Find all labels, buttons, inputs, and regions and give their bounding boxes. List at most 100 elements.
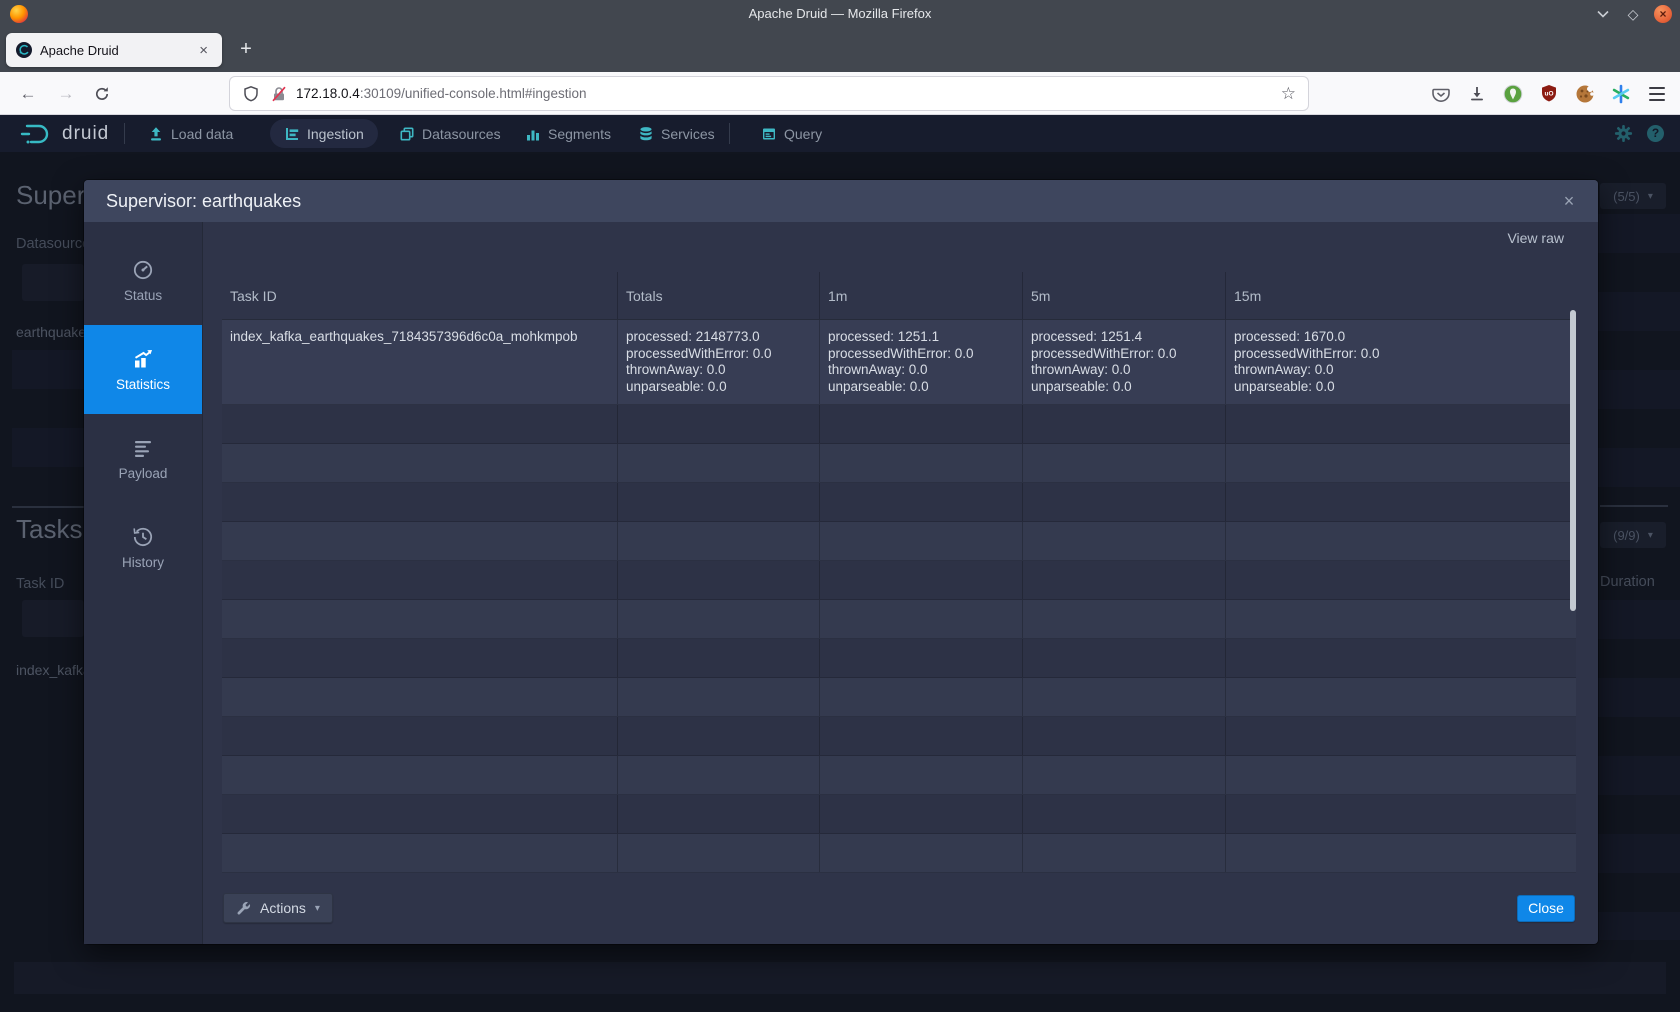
forward-button[interactable]: → xyxy=(52,80,80,108)
modal-sidebar: Status Statistics Payload History xyxy=(84,222,203,944)
empty-cell xyxy=(618,600,820,638)
table-row: index_kafka_earthquakes_7184357396d6c0a_… xyxy=(222,320,1576,405)
empty-cell xyxy=(222,834,618,872)
supervisors-row-stripes-right xyxy=(1598,214,1680,506)
druid-logo-icon xyxy=(20,123,56,145)
tab-label: Status xyxy=(124,288,162,303)
empty-cell xyxy=(1226,795,1576,833)
supervisors-count-dropdown[interactable]: (5/5) ▾ xyxy=(1600,183,1666,209)
empty-cell xyxy=(1226,483,1576,521)
window-close-icon[interactable]: × xyxy=(1654,5,1672,23)
nav-ingestion[interactable]: Ingestion xyxy=(270,119,378,148)
empty-cell xyxy=(222,561,618,599)
empty-cell xyxy=(1226,834,1576,872)
nav-label: Datasources xyxy=(422,126,501,142)
settings-gear-icon[interactable] xyxy=(1614,124,1633,143)
tab-close-icon[interactable]: × xyxy=(195,42,212,59)
nav-services[interactable]: Services xyxy=(638,115,715,152)
task-filter-input[interactable] xyxy=(22,600,84,637)
table-row-empty xyxy=(222,483,1576,522)
insecure-lock-icon[interactable] xyxy=(270,85,288,103)
bookmark-star-icon[interactable]: ☆ xyxy=(1281,84,1296,104)
query-icon xyxy=(761,126,777,142)
table-row-empty xyxy=(222,717,1576,756)
nav-label: Ingestion xyxy=(307,126,364,142)
load-data-icon xyxy=(148,126,164,142)
url-text[interactable]: 172.18.0.4:30109/unified-console.html#in… xyxy=(296,86,1281,101)
extension-green-icon[interactable] xyxy=(1502,83,1524,105)
statistics-table: Task ID Totals 1m 5m 15m index_kafka_ear… xyxy=(222,272,1576,873)
tab-status[interactable]: Status xyxy=(84,236,202,325)
tasks-count: (9/9) xyxy=(1613,528,1640,543)
tab-statistics[interactable]: Statistics xyxy=(84,325,202,414)
table-row-empty xyxy=(222,639,1576,678)
empty-cell xyxy=(820,834,1023,872)
nav-datasources[interactable]: Datasources xyxy=(399,115,501,152)
modal-close-icon[interactable]: × xyxy=(1554,180,1584,222)
stat-line: processedWithError: 0.0 xyxy=(1234,346,1568,363)
stat-line: thrownAway: 0.0 xyxy=(1031,362,1217,379)
tab-favicon-druid-icon xyxy=(16,42,32,58)
column-header-1m: 1m xyxy=(820,272,1023,319)
browser-toolbar: ← → 172.18.0.4:30109/unified-console.htm… xyxy=(0,72,1680,115)
empty-cell xyxy=(1226,522,1576,560)
empty-cell xyxy=(820,483,1023,521)
stat-line: processed: 1251.1 xyxy=(828,329,1014,346)
chart-trend-icon xyxy=(132,348,154,370)
svg-text:uO: uO xyxy=(1544,91,1553,98)
empty-cell xyxy=(820,639,1023,677)
nav-query[interactable]: Query xyxy=(761,115,822,152)
menu-hamburger-icon[interactable] xyxy=(1646,83,1668,105)
empty-cell xyxy=(222,405,618,443)
nav-label: Services xyxy=(661,126,715,142)
nav-load-data[interactable]: Load data xyxy=(148,115,233,152)
tab-payload[interactable]: Payload xyxy=(84,414,202,503)
section-divider xyxy=(12,506,84,508)
duration-column-header: Duration xyxy=(1600,574,1680,590)
pocket-icon[interactable] xyxy=(1430,83,1452,105)
empty-cell xyxy=(222,756,618,794)
url-bar[interactable]: 172.18.0.4:30109/unified-console.html#in… xyxy=(230,77,1308,110)
tracking-shield-icon[interactable] xyxy=(242,85,260,103)
tab-label: History xyxy=(122,555,164,570)
datasource-filter-input[interactable] xyxy=(22,264,84,301)
actions-button[interactable]: Actions ▾ xyxy=(223,893,333,923)
reload-button[interactable] xyxy=(88,80,116,108)
view-raw-link[interactable]: View raw xyxy=(1507,230,1564,246)
url-host: 172.18.0.4 xyxy=(296,86,360,101)
tasks-count-dropdown[interactable]: (9/9) ▾ xyxy=(1600,522,1666,548)
empty-cell xyxy=(820,600,1023,638)
browser-tab[interactable]: Apache Druid × xyxy=(6,33,222,67)
window-maximize-icon[interactable]: ◇ xyxy=(1624,5,1642,23)
table-scrollbar-thumb[interactable] xyxy=(1570,310,1576,611)
url-path: :30109/unified-console.html#ingestion xyxy=(360,86,587,101)
downloads-icon[interactable] xyxy=(1466,83,1488,105)
window-titlebar: Apache Druid — Mozilla Firefox ◇ × xyxy=(0,0,1680,28)
cookie-extension-icon[interactable] xyxy=(1574,83,1596,105)
ublock-origin-icon[interactable]: uO xyxy=(1538,83,1560,105)
multiaccount-asterisk-icon[interactable] xyxy=(1610,83,1632,105)
empty-cell xyxy=(1226,444,1576,482)
task-row[interactable]: index_kafka xyxy=(16,662,84,678)
empty-cell xyxy=(820,756,1023,794)
stat-line: thrownAway: 0.0 xyxy=(1234,362,1568,379)
empty-cell xyxy=(820,678,1023,716)
empty-cell xyxy=(222,522,618,560)
nav-segments[interactable]: Segments xyxy=(525,115,611,152)
window-minimize-icon[interactable] xyxy=(1594,5,1612,23)
back-button[interactable]: ← xyxy=(14,80,42,108)
empty-cell xyxy=(820,405,1023,443)
stat-line: processedWithError: 0.0 xyxy=(828,346,1014,363)
stat-line: thrownAway: 0.0 xyxy=(626,362,811,379)
table-row-empty xyxy=(222,405,1576,444)
close-button[interactable]: Close xyxy=(1517,895,1575,922)
modal-header: Supervisor: earthquakes × xyxy=(84,180,1598,222)
tab-history[interactable]: History xyxy=(84,503,202,592)
new-tab-button[interactable]: + xyxy=(232,36,260,64)
tab-title: Apache Druid xyxy=(40,43,195,58)
help-icon[interactable]: ? xyxy=(1647,125,1664,142)
table-row-empty xyxy=(222,678,1576,717)
table-row-empty xyxy=(222,600,1576,639)
supervisor-row[interactable]: earthquakes xyxy=(16,324,84,340)
segments-icon xyxy=(525,126,541,142)
